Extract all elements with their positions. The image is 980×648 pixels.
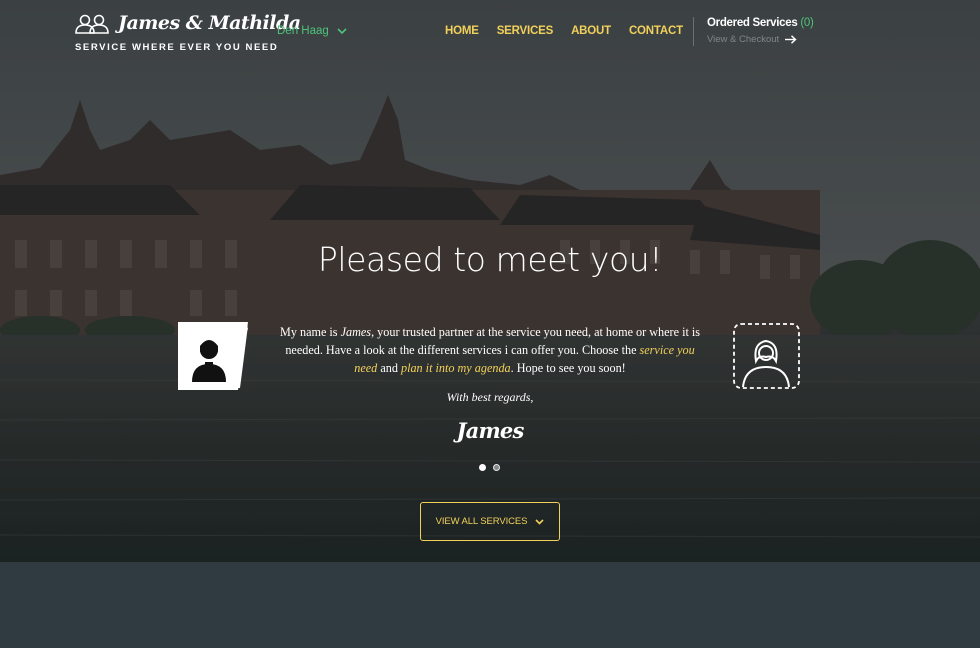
couple-logo-icon bbox=[75, 14, 109, 34]
city-label: Den Haag bbox=[277, 25, 329, 37]
brand-name: James & Mathilda bbox=[118, 12, 301, 34]
brand-tagline: SERVICE WHERE EVER YOU NEED bbox=[75, 42, 279, 53]
footer-band bbox=[0, 562, 980, 648]
intro-part-4: . Hope to see you soon! bbox=[510, 361, 626, 375]
hero-background bbox=[0, 0, 980, 562]
cart-title-row: Ordered Services (0) bbox=[707, 17, 814, 29]
brand-logo[interactable]: James & Mathilda SERVICE WHERE EVER YOU … bbox=[74, 12, 301, 56]
nav-services[interactable]: SERVICES bbox=[497, 25, 554, 37]
view-all-services-label: VIEW ALL SERVICES bbox=[435, 516, 528, 527]
signature: James bbox=[456, 418, 525, 443]
header-divider bbox=[693, 17, 694, 46]
ordered-services[interactable]: Ordered Services (0) View & Checkout bbox=[707, 17, 814, 45]
nav-about[interactable]: ABOUT bbox=[571, 25, 611, 37]
main-nav: HOME SERVICES ABOUT CONTACT bbox=[445, 25, 701, 37]
city-selector[interactable]: Den Haag bbox=[277, 25, 347, 37]
hero-headline: Pleased to meet you! bbox=[317, 240, 663, 279]
arrow-right-icon bbox=[785, 35, 797, 44]
plan-agenda-link[interactable]: plan it into my agenda bbox=[401, 361, 511, 375]
view-all-services-button[interactable]: VIEW ALL SERVICES bbox=[420, 502, 560, 541]
intro-part-3: and bbox=[377, 361, 401, 375]
cart-title: Ordered Services bbox=[707, 17, 798, 29]
nav-contact[interactable]: CONTACT bbox=[629, 25, 683, 37]
checkout-label: View & Checkout bbox=[707, 34, 780, 45]
intro-part-1: My name is bbox=[280, 325, 341, 339]
slider-dot-1[interactable] bbox=[479, 464, 486, 471]
female-avatar-icon[interactable] bbox=[733, 323, 800, 389]
nav-home[interactable]: HOME bbox=[445, 25, 479, 37]
slider-dot-2[interactable] bbox=[493, 464, 500, 471]
intro-text: My name is James, your trusted partner a… bbox=[280, 323, 700, 377]
cart-count: (0) bbox=[800, 17, 814, 29]
male-avatar-icon bbox=[178, 322, 248, 390]
hero-overlay bbox=[0, 0, 980, 562]
slider-dots bbox=[479, 464, 500, 471]
checkout-link[interactable]: View & Checkout bbox=[707, 34, 814, 45]
chevron-down-icon bbox=[337, 27, 347, 34]
chevron-down-icon bbox=[535, 518, 544, 525]
regards-text: With best regards, bbox=[446, 390, 534, 404]
intro-name: James bbox=[340, 325, 372, 339]
